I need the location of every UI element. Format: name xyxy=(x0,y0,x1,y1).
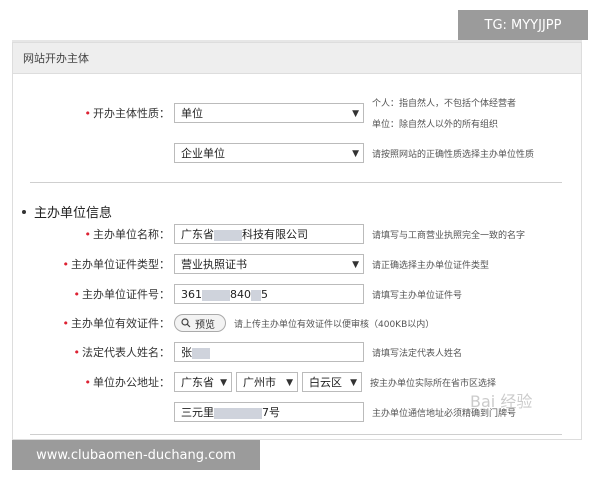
owner-nature-hint-2: 单位：除自然人以外的所有组织 xyxy=(372,120,499,130)
url-text: www.clubaomen-duchang.com xyxy=(36,447,236,463)
cert-type-hint: 请正确选择主办单位证件类型 xyxy=(372,260,490,271)
redacted-mask xyxy=(251,289,261,301)
cert-no-label: • 主办单位证件号： xyxy=(73,288,171,301)
chevron-down-icon: ▼ xyxy=(286,378,293,388)
preview-button[interactable]: 预览 xyxy=(174,314,226,332)
city-select[interactable]: 广州市 ▼ xyxy=(236,372,298,392)
cert-no-hint: 请填写主办单位证件号 xyxy=(372,290,463,301)
owner-nature-hint-1: 个人：指自然人，不包括个体经营者 xyxy=(372,99,517,109)
cert-no-row: • 主办单位证件号： 361 840 5 请填写主办单位证件号 xyxy=(20,284,462,304)
redacted-mask xyxy=(202,289,230,301)
cert-upload-hint: 请上传主办单位有效证件以便审核（400KB以内） xyxy=(234,319,435,330)
org-type-hint: 请按照网站的正确性质选择主办单位性质 xyxy=(372,149,535,160)
redacted-mask xyxy=(214,229,242,241)
address-hint: 按主办单位实际所在省市区选择 xyxy=(370,378,497,389)
street-input[interactable]: 三元里 7号 xyxy=(174,402,364,422)
section-title-org-info: 主办单位信息 xyxy=(22,202,112,221)
chevron-down-icon: ▼ xyxy=(350,378,357,388)
panel-header-title: 网站开办主体 xyxy=(23,52,89,65)
cert-type-row: • 主办单位证件类型： 营业执照证书 ▼ 请正确选择主办单位证件类型 xyxy=(20,254,489,274)
owner-nature-label: • 开办主体性质： xyxy=(84,107,171,120)
tg-text: TG: MYYJJPP xyxy=(484,17,562,33)
org-type-select[interactable]: 企业单位 ▼ xyxy=(174,143,364,163)
org-name-row: • 主办单位名称： 广东省 科技有限公司 请填写与工商营业执照完全一致的名字 xyxy=(20,224,525,244)
district-select[interactable]: 白云区 ▼ xyxy=(302,372,362,392)
cert-upload-row: • 主办单位有效证件： 预览 请上传主办单位有效证件以便审核（400KB以内） xyxy=(20,314,434,332)
url-watermark-tag: www.clubaomen-duchang.com xyxy=(12,440,260,470)
bottom-divider xyxy=(30,434,562,435)
baidu-watermark: Bai 经验 xyxy=(470,392,533,411)
address-row: • 单位办公地址： 广东省 ▼ 广州市 ▼ 白云区 ▼ 按主办单位实际所在省市区选择 xyxy=(20,372,496,392)
owner-nature-select[interactable]: 单位 ▼ xyxy=(174,103,364,123)
search-icon xyxy=(181,318,191,328)
org-type-row: 企业单位 ▼ 请按照网站的正确性质选择主办单位性质 xyxy=(20,143,534,163)
legal-rep-input[interactable]: 张 xyxy=(174,342,364,362)
chevron-down-icon: ▼ xyxy=(352,109,359,119)
cert-type-select[interactable]: 营业执照证书 ▼ xyxy=(174,254,364,274)
section-divider xyxy=(30,182,562,183)
legal-rep-label: • 法定代表人姓名： xyxy=(73,346,171,359)
redacted-mask xyxy=(214,407,262,419)
bullet-icon xyxy=(22,209,26,214)
chevron-down-icon: ▼ xyxy=(220,378,227,388)
cert-upload-label: • 主办单位有效证件： xyxy=(62,317,171,330)
street-row: 三元里 7号 主办单位通信地址必须精确到门牌号 xyxy=(20,402,516,422)
org-name-label: • 主办单位名称： xyxy=(84,228,171,241)
address-label: • 单位办公地址： xyxy=(84,376,171,389)
cert-no-input[interactable]: 361 840 5 xyxy=(174,284,364,304)
panel-header: 网站开办主体 xyxy=(13,43,581,74)
redacted-mask xyxy=(192,347,210,359)
org-name-input[interactable]: 广东省 科技有限公司 xyxy=(174,224,364,244)
legal-rep-hint: 请填写法定代表人姓名 xyxy=(372,348,463,359)
org-name-hint: 请填写与工商营业执照完全一致的名字 xyxy=(372,230,526,241)
province-select[interactable]: 广东省 ▼ xyxy=(174,372,232,392)
cert-type-label: • 主办单位证件类型： xyxy=(62,258,171,271)
tg-watermark-tag: TG: MYYJJPP xyxy=(458,10,588,40)
legal-rep-row: • 法定代表人姓名： 张 请填写法定代表人姓名 xyxy=(20,342,462,362)
chevron-down-icon: ▼ xyxy=(352,149,359,159)
chevron-down-icon: ▼ xyxy=(352,260,359,270)
owner-nature-row: • 开办主体性质： 单位 ▼ 个人：指自然人，不包括个体经营者 单位：除自然人以外的… xyxy=(20,96,517,130)
